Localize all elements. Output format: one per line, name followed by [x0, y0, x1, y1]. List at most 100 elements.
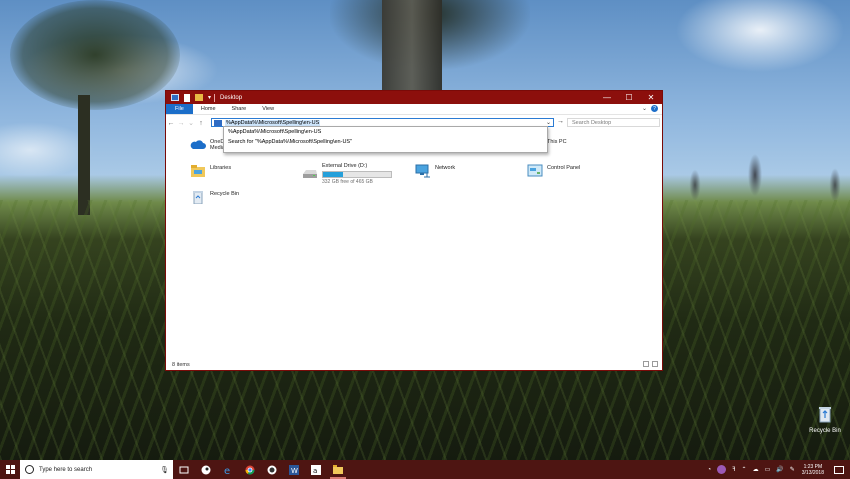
people-icon[interactable]: ◔: [707, 467, 711, 473]
file-explorer-window: ▾ Desktop — ☐ ✕ File Home Share View ⌄ ?…: [165, 90, 663, 371]
clock-date: 3/13/2018: [801, 469, 824, 476]
drive-usage-bar: [322, 171, 392, 178]
properties-icon[interactable]: [184, 93, 190, 102]
item-label: This PC: [547, 139, 567, 145]
wallpaper-people: [675, 130, 845, 210]
tab-view[interactable]: View: [254, 104, 282, 114]
taskbar-search-input[interactable]: Type here to search 🎙: [20, 460, 173, 479]
volume-icon[interactable]: 🔊: [776, 466, 783, 473]
taskbar-app-file-explorer[interactable]: [327, 460, 349, 479]
start-button[interactable]: [0, 460, 20, 479]
amazon-icon: a: [311, 464, 321, 475]
address-input[interactable]: %AppData%\Microsoft\Spelling\en-US: [225, 119, 321, 126]
help-icon[interactable]: ?: [651, 105, 658, 112]
folder-location-icon: [214, 119, 222, 126]
drive-free-space: 332 GB free of 465 GB: [322, 179, 373, 185]
window-controls: — ☐ ✕: [596, 91, 662, 104]
search-icon: [25, 465, 34, 474]
control-panel-icon: [527, 164, 543, 177]
wallpaper-tree-trunk: [382, 0, 442, 95]
forward-button[interactable]: →: [176, 120, 186, 127]
show-hidden-icons-icon[interactable]: ⌃: [742, 466, 747, 473]
windows-logo-icon: [5, 465, 15, 474]
list-item-external-drive[interactable]: External Drive (D:) 332 GB free of 465 G…: [302, 162, 392, 185]
purple-app-icon[interactable]: [717, 465, 727, 474]
list-item-network[interactable]: Network: [415, 164, 455, 178]
task-view-button[interactable]: [173, 460, 195, 479]
file-explorer-icon: [333, 465, 343, 474]
svg-text:e: e: [224, 466, 230, 475]
address-dropdown-button[interactable]: ⌄: [546, 119, 551, 126]
libraries-icon: [191, 165, 205, 177]
up-button[interactable]: ↑: [196, 120, 206, 127]
ribbon-right-controls: ⌄ ?: [642, 105, 658, 112]
taskbar: Type here to search 🎙 e W a ◔ ꟻ ⌃ ☁ ▭ 🔊 …: [0, 460, 850, 479]
back-button[interactable]: ←: [166, 120, 176, 127]
ribbon-tabs: File Home Share View ⌄ ?: [166, 104, 662, 115]
taskbar-app-word[interactable]: W: [283, 460, 305, 479]
status-bar: 8 items: [166, 359, 662, 370]
onedrive-icon: [190, 140, 206, 149]
quick-access-toolbar: ▾: [171, 93, 211, 102]
go-button[interactable]: →: [557, 118, 564, 125]
tab-home[interactable]: Home: [193, 104, 224, 114]
word-icon: W: [289, 464, 299, 475]
recycle-bin-icon: [193, 191, 203, 204]
taskbar-app-chrome[interactable]: [239, 460, 261, 479]
svg-text:a: a: [313, 467, 317, 475]
taskbar-app-obs[interactable]: [261, 460, 283, 479]
minimize-button[interactable]: —: [596, 91, 618, 104]
clock[interactable]: 1:23 PM 3/13/2018: [802, 464, 824, 476]
new-folder-icon[interactable]: [195, 94, 203, 101]
chrome-icon: [245, 465, 255, 475]
list-item-recycle-bin[interactable]: Recycle Bin: [190, 190, 239, 204]
tab-file[interactable]: File: [166, 104, 193, 114]
taskbar-app-amazon[interactable]: a: [305, 460, 327, 479]
taskbar-app-steam[interactable]: [195, 460, 217, 479]
item-label: Control Panel: [547, 165, 581, 171]
details-view-button[interactable]: [643, 361, 649, 367]
item-label: Network: [435, 165, 456, 171]
explorer-app-icon[interactable]: [171, 94, 179, 101]
close-button[interactable]: ✕: [640, 91, 662, 104]
view-buttons: [643, 361, 658, 367]
taskbar-search-placeholder: Type here to search: [39, 466, 93, 473]
suggestion-path[interactable]: %AppData%\Microsoft\Spelling\en-US: [224, 127, 547, 137]
battery-icon[interactable]: ▭: [765, 466, 771, 473]
svg-text:W: W: [291, 467, 298, 475]
tab-share[interactable]: Share: [224, 104, 255, 114]
item-label: Recycle Bin: [210, 191, 240, 197]
desktop-recycle-bin[interactable]: Recycle Bin: [805, 405, 845, 434]
item-count: 8 items: [172, 361, 190, 368]
list-item-libraries[interactable]: Libraries: [190, 164, 231, 178]
wallpaper-left-trunk: [78, 95, 90, 215]
clock-time: 1:23 PM: [803, 463, 823, 470]
microphone-icon[interactable]: 🎙: [160, 466, 169, 474]
title-separator: [214, 93, 216, 102]
action-center-icon[interactable]: [834, 465, 844, 474]
maximize-button[interactable]: ☐: [618, 91, 640, 104]
window-title: Desktop: [220, 94, 243, 101]
taskbar-app-edge[interactable]: e: [217, 460, 239, 479]
list-item-control-panel[interactable]: Control Panel: [527, 164, 580, 178]
task-view-icon: [179, 466, 189, 473]
expand-ribbon-icon[interactable]: ⌄: [642, 105, 647, 112]
suggestion-search[interactable]: Search for "%AppData%\Microsoft\Spelling…: [224, 137, 547, 147]
pen-workspace-icon[interactable]: ꟻ: [732, 466, 735, 473]
item-label: External Drive (D:): [322, 163, 368, 169]
address-suggestions: %AppData%\Microsoft\Spelling\en-US Searc…: [223, 126, 548, 153]
title-bar[interactable]: ▾ Desktop — ☐ ✕: [166, 91, 662, 104]
language-icon[interactable]: ✎: [790, 466, 795, 473]
search-input[interactable]: Search Desktop: [567, 118, 660, 127]
cloud-icon[interactable]: ☁: [753, 466, 759, 473]
drive-usage-fill: [323, 172, 343, 177]
item-label: Libraries: [210, 165, 232, 171]
recycle-bin-icon: [819, 407, 831, 423]
network-icon: [415, 164, 430, 178]
system-tray: ◔ ꟻ ⌃ ☁ ▭ 🔊 ✎ 1:23 PM 3/13/2018: [704, 460, 850, 479]
recent-locations-button[interactable]: ⌄: [186, 119, 196, 127]
large-icons-view-button[interactable]: [652, 361, 658, 367]
items-view: OneDrive Media This PC Libraries Externa…: [166, 130, 662, 360]
obs-icon: [267, 465, 277, 474]
customize-toolbar-icon[interactable]: ▾: [208, 94, 211, 101]
